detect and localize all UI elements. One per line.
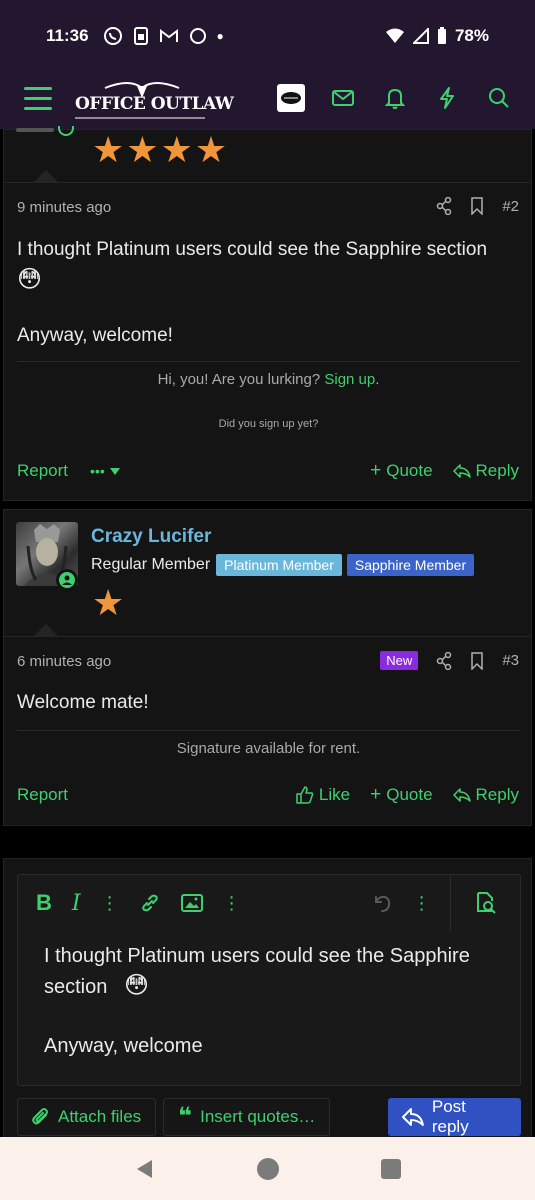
status-bar: 11:36 ● 78% bbox=[0, 0, 535, 72]
like-button[interactable]: Like bbox=[296, 785, 350, 805]
home-icon[interactable] bbox=[256, 1157, 280, 1181]
star-icon: ★ bbox=[160, 129, 193, 170]
quote-button[interactable]: + Quote bbox=[370, 784, 432, 806]
caret-down-icon bbox=[109, 467, 120, 475]
reply-button[interactable]: Reply bbox=[452, 785, 519, 805]
mail-icon[interactable] bbox=[329, 84, 357, 112]
battery-percent: 78% bbox=[454, 26, 489, 45]
plus-icon: + bbox=[370, 460, 382, 481]
plus-icon: + bbox=[370, 784, 382, 805]
bookmark-icon[interactable] bbox=[470, 197, 484, 215]
post-3: Crazy Lucifer Regular Member Platinum Me… bbox=[3, 509, 532, 826]
arrow-pointer bbox=[34, 624, 58, 636]
star-icon: ★ bbox=[194, 129, 228, 170]
status-time: 11:36 bbox=[46, 26, 89, 45]
flushed-emoji-icon: 😳 bbox=[124, 972, 150, 999]
system-nav-bar bbox=[0, 1137, 535, 1200]
thumbs-up-icon bbox=[296, 786, 314, 804]
preview-toggle[interactable] bbox=[450, 875, 520, 931]
star-icon: ★ bbox=[92, 582, 125, 623]
post-timestamp[interactable]: 6 minutes ago bbox=[17, 653, 111, 670]
user-avatar[interactable] bbox=[277, 84, 305, 112]
editor-line3: Anyway, welcome bbox=[44, 1035, 203, 1057]
post-body-line1: I thought Platinum users could see the S… bbox=[17, 239, 488, 260]
reply-icon bbox=[402, 1108, 424, 1126]
lightning-icon[interactable] bbox=[433, 84, 461, 112]
app-header: OFFICE OUTLAW bbox=[0, 72, 535, 129]
more-text-options-icon[interactable]: ⋮ bbox=[101, 893, 119, 914]
post-actions: Report Like + Quote Reply bbox=[17, 784, 519, 806]
reply-editor[interactable]: B I ⋮ ⋮ ⋮ I thought Platinum users could… bbox=[17, 874, 521, 1086]
post-actions: Report ••• + Quote Reply bbox=[17, 460, 519, 482]
star-icon: ★ bbox=[126, 129, 159, 170]
post-reply-button[interactable]: Post reply bbox=[388, 1097, 521, 1136]
undo-icon[interactable] bbox=[371, 892, 393, 914]
link-icon[interactable] bbox=[139, 892, 161, 914]
reply-button[interactable]: Reply bbox=[452, 461, 519, 481]
online-indicator bbox=[58, 126, 74, 136]
editor-line1: I thought Platinum users could see the S… bbox=[44, 945, 470, 967]
post-number[interactable]: #3 bbox=[502, 652, 519, 669]
user-title: Regular Member bbox=[91, 556, 211, 573]
post-body-line2: Anyway, welcome! bbox=[17, 325, 173, 346]
attach-files-button[interactable]: Attach files bbox=[17, 1098, 157, 1136]
sim-icon bbox=[133, 27, 148, 45]
site-logo[interactable]: OFFICE OUTLAW bbox=[75, 80, 234, 122]
user-rating-stars: ★ ★ ★ ★ bbox=[92, 132, 227, 168]
signal-icon bbox=[412, 28, 429, 44]
search-icon[interactable] bbox=[485, 84, 513, 112]
username[interactable]: Crazy Lucifer bbox=[91, 526, 211, 548]
new-badge: New bbox=[380, 651, 419, 670]
share-icon[interactable] bbox=[436, 651, 452, 670]
paperclip-icon bbox=[32, 1108, 48, 1125]
image-icon[interactable] bbox=[180, 894, 203, 912]
quote-button[interactable]: + Quote bbox=[370, 460, 432, 482]
bookmark-icon[interactable] bbox=[470, 651, 484, 670]
battery-icon bbox=[437, 27, 446, 44]
circle-icon bbox=[189, 28, 206, 44]
editor-toolbar: B I ⋮ ⋮ ⋮ bbox=[18, 875, 520, 931]
star-icon: ★ bbox=[92, 129, 125, 170]
preview-icon bbox=[476, 892, 496, 914]
online-status-icon bbox=[56, 569, 78, 591]
wifi-icon bbox=[385, 28, 404, 43]
signature-text: Hi, you! Are you lurking? bbox=[157, 371, 321, 388]
bell-icon[interactable] bbox=[381, 84, 409, 112]
user-avatar-partial bbox=[16, 128, 54, 132]
platinum-member-badge: Platinum Member bbox=[216, 554, 342, 576]
report-link[interactable]: Report bbox=[17, 785, 68, 805]
post-timestamp[interactable]: 9 minutes ago bbox=[17, 199, 111, 216]
quote-marks-icon: ❝ bbox=[178, 1103, 193, 1130]
reply-icon bbox=[452, 464, 471, 478]
flushed-emoji-icon: 😳 bbox=[17, 266, 43, 293]
more-actions-button[interactable]: ••• bbox=[90, 463, 120, 479]
report-link[interactable]: Report bbox=[17, 461, 68, 481]
gmail-icon bbox=[159, 29, 178, 42]
reply-icon bbox=[452, 788, 471, 802]
post-body: Welcome mate! bbox=[17, 692, 149, 713]
post-2: ★ ★ ★ ★ 9 minutes ago #2 I thought Plati… bbox=[3, 126, 532, 501]
post-signature: Hi, you! Are you lurking? Sign up. bbox=[157, 371, 380, 388]
recents-icon[interactable] bbox=[380, 1158, 402, 1180]
italic-icon[interactable]: I bbox=[72, 891, 81, 916]
editor-line2: section 😳 bbox=[44, 972, 150, 999]
back-icon[interactable] bbox=[134, 1158, 156, 1180]
editor-content[interactable]: I thought Platinum users could see the S… bbox=[44, 941, 504, 1061]
insert-quotes-button[interactable]: ❝ Insert quotes… bbox=[163, 1098, 331, 1136]
sign-up-link[interactable]: Sign up bbox=[324, 371, 375, 388]
post-signature: Signature available for rent. bbox=[176, 740, 361, 757]
post-number[interactable]: #2 bbox=[502, 198, 519, 215]
more-options-icon[interactable]: ⋮ bbox=[413, 893, 431, 914]
share-icon[interactable] bbox=[436, 197, 452, 215]
sapphire-member-badge: Sapphire Member bbox=[346, 554, 475, 576]
signature-line2: Did you sign up yet? bbox=[218, 418, 319, 430]
bold-icon[interactable]: B bbox=[36, 890, 52, 916]
quick-reply: B I ⋮ ⋮ ⋮ I thought Platinum users could… bbox=[3, 858, 532, 1140]
dot-icon: ● bbox=[216, 29, 224, 43]
arrow-pointer bbox=[34, 170, 58, 182]
menu-icon[interactable] bbox=[24, 87, 52, 111]
more-insert-options-icon[interactable]: ⋮ bbox=[223, 893, 241, 914]
whatsapp-icon bbox=[103, 27, 122, 45]
post-body: I thought Platinum users could see the S… bbox=[17, 236, 487, 350]
